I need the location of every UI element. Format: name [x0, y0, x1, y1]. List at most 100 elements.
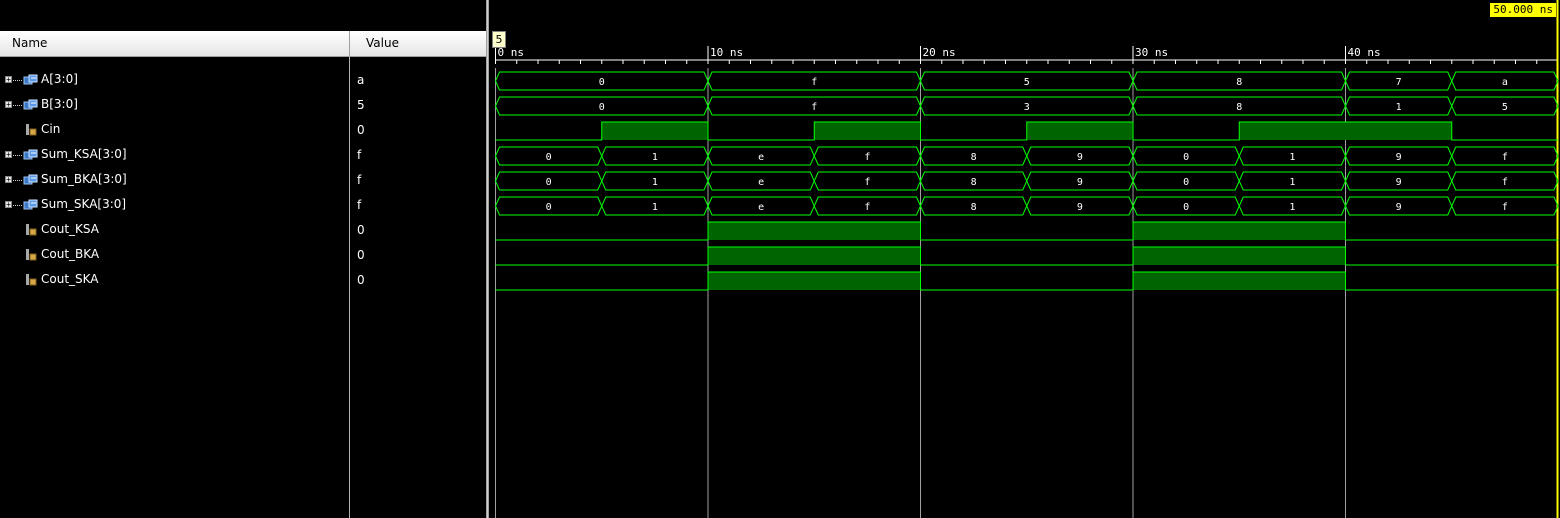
name-column-header[interactable]: Name: [12, 31, 47, 56]
bus-value-label: 0: [546, 202, 552, 213]
bus-value-label: 1: [1289, 152, 1295, 163]
signal-name: Cout_BKA: [41, 247, 100, 261]
bus-signal-icon: [23, 199, 38, 210]
bus-value-label: 8: [971, 202, 977, 213]
marker-label[interactable]: 5: [492, 31, 506, 48]
signal-value: f: [357, 173, 362, 187]
expand-icon[interactable]: +: [5, 76, 12, 84]
bus-value-label: 9: [1396, 152, 1402, 163]
bus-value-label: 8: [1236, 102, 1242, 113]
waveform-cout_bka[interactable]: [495, 246, 1559, 266]
tick-label: 10 ns: [710, 46, 743, 59]
bus-signal-icon: [23, 74, 38, 85]
bus-value-label: 5: [1502, 102, 1508, 113]
waveform-pane[interactable]: 0 ns 10 ns 20 ns 30 ns 40 ns 0 f 5 8 7 a 0 f 3 8 1 5 0 1 e f…: [489, 0, 1560, 518]
names-header: Name Value: [0, 31, 488, 57]
waveform-b[interactable]: 0 f 3 8 1 5: [494, 96, 1559, 116]
signal-row[interactable]: + Sum_BKA[3:0] f: [0, 168, 486, 193]
bus-value-label: 0: [1183, 202, 1189, 213]
high-level-fill: [814, 122, 921, 140]
bus-value-label: e: [758, 202, 764, 213]
bus-value-label: 1: [652, 177, 658, 188]
signal-value: f: [357, 198, 362, 212]
signal-name: Cout_SKA: [41, 272, 99, 286]
waveform-cout_ska[interactable]: [495, 271, 1559, 291]
signal-name: Sum_BKA[3:0]: [41, 172, 127, 186]
high-level-fill: [708, 272, 921, 290]
tree-connector: [13, 205, 22, 206]
bus-value-label: f: [1502, 152, 1508, 163]
expand-icon[interactable]: +: [5, 151, 12, 159]
bit-signal-icon: [26, 249, 37, 261]
signal-value: 0: [357, 123, 365, 137]
expand-icon[interactable]: +: [5, 101, 12, 109]
signal-row[interactable]: Cout_KSA 0: [0, 218, 486, 243]
signal-row[interactable]: Cout_SKA 0: [0, 268, 486, 293]
cursor-time-label: 50.000 ns: [1490, 3, 1556, 17]
signal-value: a: [357, 73, 365, 87]
high-level-fill: [1133, 247, 1346, 265]
signal-row[interactable]: Cin 0: [0, 118, 486, 143]
waveform-canvas[interactable]: 0 ns 10 ns 20 ns 30 ns 40 ns0 f 5 8 7 a0 f 3 8 1 50 1 e f…: [489, 0, 1560, 518]
bit-signal-icon: [26, 124, 37, 136]
bus-value-label: 8: [1236, 77, 1242, 88]
bus-value-label: 9: [1396, 202, 1402, 213]
high-level-fill: [708, 222, 921, 240]
waveform-sum_ska[interactable]: 0 1 e f 8 9 0 1 9 f: [494, 196, 1559, 216]
bus-signal-icon: [23, 99, 38, 110]
signal-value: f: [357, 148, 362, 162]
bus-signal-icon: [23, 174, 38, 185]
bus-value-label: 8: [971, 152, 977, 163]
high-level-fill: [1026, 122, 1133, 140]
bus-value-label: 3: [1024, 102, 1030, 113]
bus-value-label: f: [864, 202, 870, 213]
bus-value-label: 0: [599, 77, 605, 88]
tick-label: 20 ns: [923, 46, 956, 59]
signal-row[interactable]: + A[3:0] a: [0, 68, 486, 93]
bit-signal-icon: [26, 274, 37, 286]
waveform-a[interactable]: 0 f 5 8 7 a: [494, 71, 1559, 91]
high-level-fill: [1133, 272, 1346, 290]
bus-value-label: f: [864, 152, 870, 163]
bit-signal-icon: [26, 224, 37, 236]
bus-value-label: e: [758, 152, 764, 163]
signal-row[interactable]: + B[3:0] 5: [0, 93, 486, 118]
signal-value: 0: [357, 248, 365, 262]
tree-connector: [13, 105, 22, 106]
signal-row[interactable]: + Sum_KSA[3:0] f: [0, 143, 486, 168]
signal-value: 0: [357, 223, 365, 237]
signal-name: A[3:0]: [41, 72, 78, 86]
value-column-header[interactable]: Value: [366, 31, 399, 56]
high-level-fill: [601, 122, 708, 140]
bus-value-label: 7: [1396, 77, 1402, 88]
bus-value-label: f: [1502, 177, 1508, 188]
waveform-cout_ksa[interactable]: [495, 221, 1559, 241]
signal-row[interactable]: Cout_BKA 0: [0, 243, 486, 268]
bus-value-label: 1: [1289, 202, 1295, 213]
tick-label: 30 ns: [1135, 46, 1168, 59]
high-level-fill: [1133, 222, 1346, 240]
tree-connector: [13, 155, 22, 156]
bus-value-label: 0: [1183, 152, 1189, 163]
high-level-fill: [708, 247, 921, 265]
bus-value-label: 1: [652, 202, 658, 213]
bus-value-label: e: [758, 177, 764, 188]
bus-value-label: 9: [1077, 202, 1083, 213]
signal-value: 0: [357, 273, 365, 287]
bus-value-label: 9: [1077, 177, 1083, 188]
bit-trace: [495, 221, 1558, 241]
signal-name: B[3:0]: [41, 97, 78, 111]
waveform-cin[interactable]: [495, 121, 1559, 141]
tree-connector: [13, 80, 22, 81]
bus-value-label: 5: [1024, 77, 1030, 88]
bus-value-label: f: [864, 177, 870, 188]
expand-icon[interactable]: +: [5, 176, 12, 184]
bus-value-label: 0: [1183, 177, 1189, 188]
header-divider[interactable]: [349, 31, 350, 57]
expand-icon[interactable]: +: [5, 201, 12, 209]
tick-label: 40 ns: [1348, 46, 1381, 59]
waveform-sum_bka[interactable]: 0 1 e f 8 9 0 1 9 f: [494, 171, 1559, 191]
signal-row[interactable]: + Sum_SKA[3:0] f: [0, 193, 486, 218]
bus-value-label: 9: [1396, 177, 1402, 188]
waveform-sum_ksa[interactable]: 0 1 e f 8 9 0 1 9 f: [494, 146, 1559, 166]
